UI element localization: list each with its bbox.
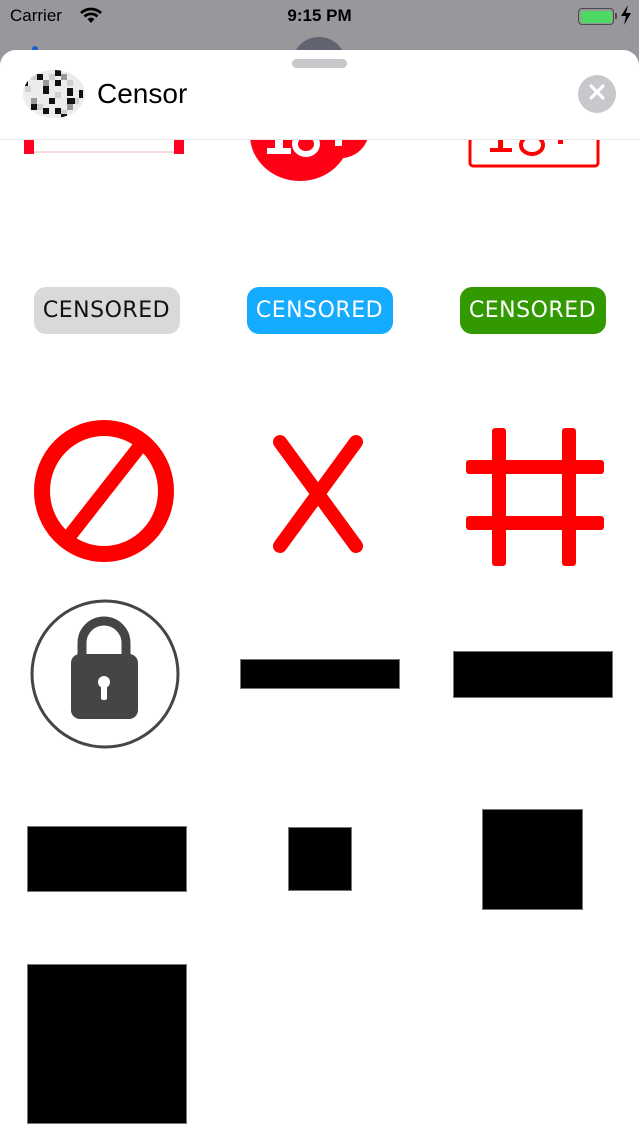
wide-black-rectangle-sticker[interactable] (0, 794, 213, 924)
red-x-sticker[interactable] (213, 416, 426, 566)
censored-badge-green: CENSORED (459, 286, 606, 334)
battery-tip (615, 13, 617, 19)
medium-black-square-sticker[interactable] (426, 794, 639, 924)
prohibited-sign-sticker[interactable] (0, 416, 213, 566)
sheet-grabber-handle[interactable] (292, 59, 347, 68)
thick-black-bar-sticker[interactable] (426, 598, 639, 750)
censored-blue-sticker[interactable]: CENSORED (213, 260, 426, 360)
medium-black-square (482, 808, 583, 910)
pixelated-mosaic-icon (23, 70, 85, 118)
small-black-square (287, 827, 352, 891)
sticker-grid: CENSORED CENSORED CENSORED (0, 50, 639, 1136)
censored-gray-sticker[interactable]: CENSORED (0, 260, 213, 360)
battery-icon (578, 8, 614, 25)
wide-black-rectangle (26, 826, 187, 892)
app-title: Censor (97, 78, 188, 109)
sticker-app-sheet: CENSORED CENSORED CENSORED Censor (0, 50, 639, 1136)
close-button[interactable] (578, 75, 616, 113)
thin-black-bar (239, 659, 400, 689)
censored-badge-gray: CENSORED (33, 286, 180, 334)
large-black-square (26, 964, 187, 1124)
thick-black-bar (452, 650, 613, 698)
small-black-square-sticker[interactable] (213, 794, 426, 924)
thin-black-bar-sticker[interactable] (213, 598, 426, 750)
clock: 9:15 PM (287, 6, 352, 25)
battery-level (580, 10, 612, 23)
censored-badge-blue: CENSORED (246, 286, 393, 334)
close-icon (589, 83, 605, 105)
charging-bolt-icon (620, 4, 632, 31)
sheet-header: Censor (0, 50, 639, 140)
status-bar: Carrier 9:15 PM (0, 0, 639, 34)
hashtag-grid-sticker[interactable] (426, 416, 639, 566)
padlock-circle-sticker[interactable] (0, 598, 213, 750)
large-black-square-sticker[interactable] (0, 964, 213, 1124)
censored-green-sticker[interactable]: CENSORED (426, 260, 639, 360)
